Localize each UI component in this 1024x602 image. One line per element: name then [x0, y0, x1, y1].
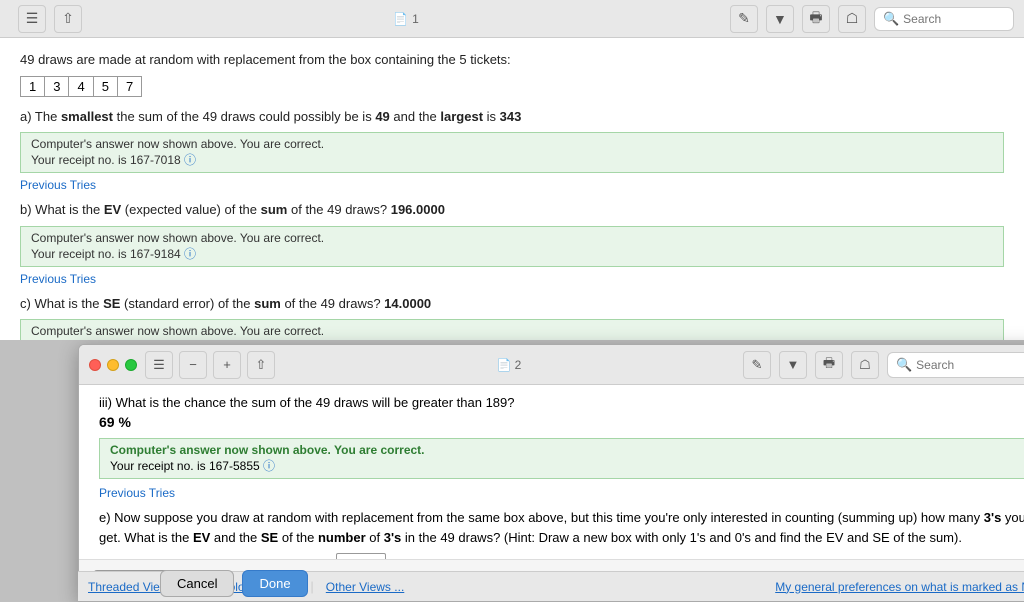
- traffic-lights-2: [89, 359, 137, 371]
- ticket-4: 5: [94, 77, 118, 96]
- search-box-2[interactable]: 🔍: [887, 352, 1024, 378]
- threaded-view-link[interactable]: Threaded View: [88, 580, 169, 594]
- ticket-box: 1 3 4 5 7: [20, 76, 142, 97]
- ev-input[interactable]: [336, 553, 386, 559]
- part-a-receipt-icon: ⓘ: [184, 153, 196, 167]
- problem-intro: 49 draws are made at random with replace…: [20, 50, 1004, 70]
- other-views-link[interactable]: Other Views ...: [326, 580, 404, 594]
- ticket-5: 7: [118, 77, 141, 96]
- part-a-prev-tries[interactable]: Previous Tries: [20, 178, 96, 192]
- done-button[interactable]: Done: [242, 570, 307, 597]
- zoom-out-btn[interactable]: −: [179, 351, 207, 379]
- pencil-btn-2[interactable]: ✎: [743, 351, 771, 379]
- part-a-correct-box: Computer's answer now shown above. You a…: [20, 132, 1004, 173]
- titlebar-left-1: ☰ ⇧: [10, 5, 82, 33]
- titlebar-1: ☰ ⇧ 📄 1 ✎ ▼ 🖶 ☖ 🔍: [0, 0, 1024, 38]
- account-btn-2[interactable]: ☖: [851, 351, 879, 379]
- part-c-correct-message: Computer's answer now shown above. You a…: [31, 324, 324, 338]
- share-btn-1[interactable]: ⇧: [54, 5, 82, 33]
- titlebar-right-1: ✎ ▼ 🖶 ☖ 🔍: [730, 5, 1014, 33]
- general-prefs-link[interactable]: My general preferences on what is marked…: [775, 580, 1024, 594]
- content-2: iii) What is the chance the sum of the 4…: [79, 385, 1024, 559]
- part-a-question: a) The smallest the sum of the 49 draws …: [20, 107, 1004, 127]
- w2-receipt-icon: ⓘ: [263, 459, 275, 473]
- search-icon-2: 🔍: [896, 357, 912, 373]
- account-btn-1[interactable]: ☖: [838, 5, 866, 33]
- window-2: ☰ − + ⇧ 📄 2 ✎ ▼ 🖶 ☖ 🔍 iii) What is the c…: [78, 344, 1024, 602]
- pencil-btn-1[interactable]: ✎: [730, 5, 758, 33]
- part-e-question: e) Now suppose you draw at random with r…: [99, 508, 1024, 547]
- page-icon-2: 📄: [497, 358, 512, 372]
- print-btn-1[interactable]: 🖶: [802, 5, 830, 33]
- w2-correct-banner: Computer's answer now shown above. You a…: [99, 438, 1024, 479]
- ticket-1: 1: [21, 77, 45, 96]
- part-b-question: b) What is the EV (expected value) of th…: [20, 200, 1004, 220]
- ticket-3: 4: [69, 77, 93, 96]
- maximize-btn-2[interactable]: [125, 359, 137, 371]
- sidebar-toggle-btn-1[interactable]: ☰: [18, 5, 46, 33]
- content-1: 49 draws are made at random with replace…: [0, 38, 1024, 340]
- toolbar-2: ☰ − + ⇧: [145, 351, 275, 379]
- ev-label: i) EV of the number of 3's in 49 draws i…: [99, 557, 328, 560]
- part-c-correct-box: Computer's answer now shown above. You a…: [20, 319, 1004, 340]
- w2-correct-message: Computer's answer now shown above. You a…: [110, 443, 425, 457]
- part-b-receipt-icon: ⓘ: [184, 247, 196, 261]
- search-icon-1: 🔍: [883, 11, 899, 27]
- sidebar-toggle-btn-2[interactable]: ☰: [145, 351, 173, 379]
- part-b-correct-box: Computer's answer now shown above. You a…: [20, 226, 1004, 267]
- w2-prev-tries[interactable]: Previous Tries: [99, 486, 175, 500]
- search-input-2[interactable]: [916, 358, 1024, 372]
- page-number-2: 📄 2: [497, 358, 522, 372]
- page-number-1: 📄 1: [393, 12, 419, 26]
- part-a-receipt: Your receipt no. is 167-7018: [31, 153, 181, 167]
- search-box-1[interactable]: 🔍: [874, 7, 1014, 31]
- part-a-correct-message: Computer's answer now shown above. You a…: [31, 137, 324, 151]
- share-btn-2[interactable]: ⇧: [247, 351, 275, 379]
- dropdown-btn-1[interactable]: ▼: [766, 5, 794, 33]
- close-btn-2[interactable]: [89, 359, 101, 371]
- part-iii-question: iii) What is the chance the sum of the 4…: [99, 395, 1024, 410]
- ticket-2: 3: [45, 77, 69, 96]
- page-icon-1: 📄: [393, 12, 408, 26]
- w2-receipt: Your receipt no. is 167-5855: [110, 459, 260, 473]
- minimize-btn-2[interactable]: [107, 359, 119, 371]
- bottom-buttons: Cancel Done: [160, 570, 308, 597]
- part-c-question: c) What is the SE (standard error) of th…: [20, 294, 1004, 314]
- cancel-button[interactable]: Cancel: [160, 570, 234, 597]
- part-b-receipt: Your receipt no. is 167-9184: [31, 247, 181, 261]
- titlebar-2: ☰ − + ⇧ 📄 2 ✎ ▼ 🖶 ☖ 🔍: [79, 345, 1024, 385]
- part-iii-answer: 69 %: [99, 414, 1024, 430]
- part-b-prev-tries[interactable]: Previous Tries: [20, 272, 96, 286]
- print-btn-2[interactable]: 🖶: [815, 351, 843, 379]
- search-input-1[interactable]: [903, 12, 1005, 26]
- zoom-in-btn[interactable]: +: [213, 351, 241, 379]
- window-1: ☰ ⇧ 📄 1 ✎ ▼ 🖶 ☖ 🔍 49 draws are made at r…: [0, 0, 1024, 340]
- dropdown-btn-2[interactable]: ▼: [779, 351, 807, 379]
- part-b-correct-message: Computer's answer now shown above. You a…: [31, 231, 324, 245]
